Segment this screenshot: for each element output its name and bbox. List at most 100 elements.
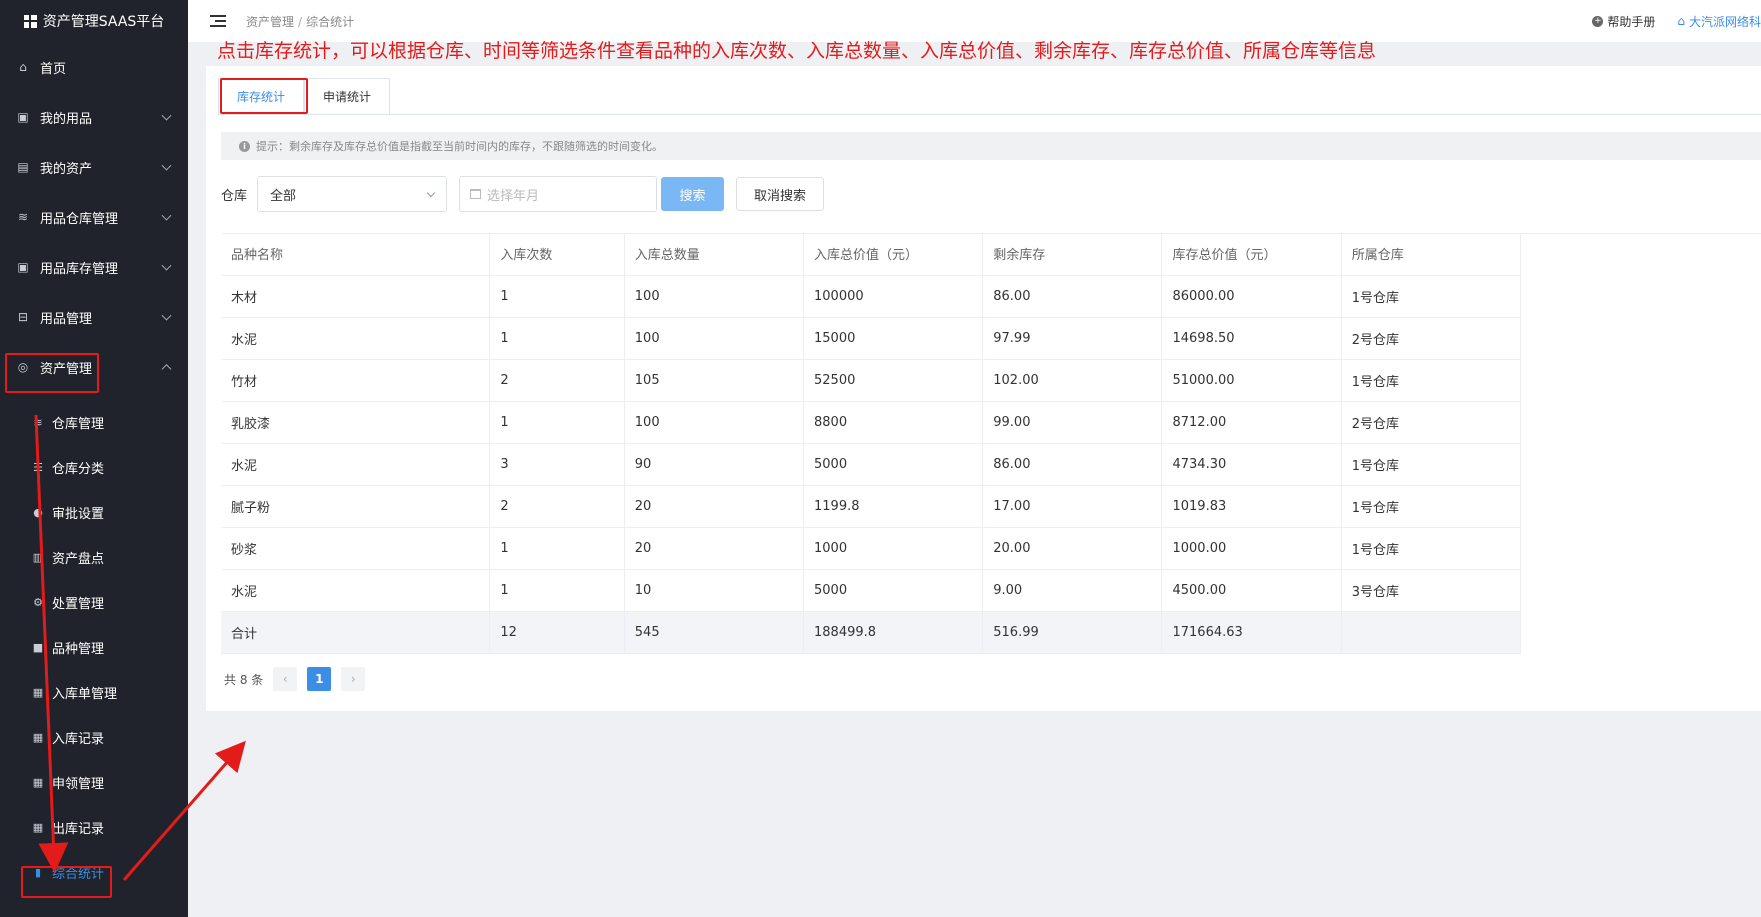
- table-cell: 8712.00: [1161, 401, 1342, 444]
- menu-toggle-icon[interactable]: [210, 15, 226, 27]
- table-cell: 5000: [803, 569, 984, 612]
- table-cell: 8800: [803, 401, 984, 444]
- table-cell: 1000: [803, 527, 984, 570]
- table-cell: 1199.8: [803, 485, 984, 528]
- main-card: 库存统计 申请统计 i 提示：剩余库存及库存总价值是指截至当前时间内的库存，不跟…: [206, 66, 1761, 711]
- help-link[interactable]: + 帮助手册: [1592, 13, 1655, 30]
- sidebar-subitem-asset-check[interactable]: ▥ 资产盘点: [0, 535, 188, 580]
- table-row: 水泥 1 10 5000 9.00 4500.00 3号仓库: [221, 569, 1522, 612]
- table-cell: 1号仓库: [1341, 485, 1522, 528]
- table-cell: 1: [489, 401, 625, 444]
- clipboard-icon: ▦: [32, 821, 44, 834]
- table-cell: 1: [489, 527, 625, 570]
- pagination-total: 共 8 条: [224, 672, 264, 687]
- gear-icon: ⚙: [33, 596, 43, 609]
- table-cell: 86.00: [982, 443, 1163, 486]
- sidebar-item-label: 我的用品: [40, 111, 93, 127]
- table-cell: 水泥: [221, 317, 491, 360]
- sidebar-item-supply-inventory[interactable]: ▣ 用品库存管理: [0, 242, 188, 292]
- company-link[interactable]: ⌂ 大汽派网络科: [1677, 13, 1761, 30]
- month-picker[interactable]: 选择年月: [459, 176, 658, 212]
- table-cell: 4734.30: [1161, 443, 1342, 486]
- database-icon: ≋: [17, 210, 29, 224]
- table-row: 竹材 2 105 52500 102.00 51000.00 1号仓库: [221, 359, 1522, 402]
- table-cell: 竹材: [221, 359, 491, 402]
- sidebar-subitem-variety[interactable]: ■ 品种管理: [0, 625, 188, 670]
- table-cell: 20: [624, 485, 805, 528]
- sidebar-item-my-assets[interactable]: ▤ 我的资产: [0, 142, 188, 192]
- sidebar-item-label: 首页: [40, 61, 67, 77]
- column-header: 所属仓库: [1341, 233, 1522, 276]
- column-header: 入库次数: [489, 233, 625, 276]
- prev-page-button[interactable]: ‹: [273, 667, 298, 691]
- table-cell: 2号仓库: [1341, 317, 1522, 360]
- table-cell: 14698.50: [1161, 317, 1342, 360]
- table-cell: 乳胶漆: [221, 401, 491, 444]
- table-cell: 1000.00: [1161, 527, 1342, 570]
- table-cell: 97.99: [982, 317, 1163, 360]
- chevron-up-icon: [161, 364, 172, 375]
- sidebar-item-supply-warehouse[interactable]: ≋ 用品仓库管理: [0, 192, 188, 242]
- sidebar-subitem-outbound-record[interactable]: ▦ 出库记录: [0, 805, 188, 850]
- table-cell: 合计: [221, 611, 491, 654]
- sidebar-item-home[interactable]: ⌂ 首页: [0, 42, 188, 92]
- table-row: 腻子粉 2 20 1199.8 17.00 1019.83 1号仓库: [221, 485, 1522, 528]
- pagination: 共 8 条 ‹ 1 ›: [224, 667, 366, 691]
- table-row: 水泥 3 90 5000 86.00 4734.30 1号仓库: [221, 443, 1522, 486]
- table-cell: 99.00: [982, 401, 1163, 444]
- tab-application-stats[interactable]: 申请统计: [304, 78, 391, 114]
- search-button[interactable]: 搜索: [661, 177, 725, 211]
- sidebar-item-my-supplies[interactable]: ▣ 我的用品: [0, 92, 188, 142]
- sidebar-subitem-label: 品种管理: [52, 642, 105, 657]
- highlight-asset-management: [5, 353, 99, 393]
- sidebar-subitem-inbound-order[interactable]: ▦ 入库单管理: [0, 670, 188, 715]
- table-cell: 86.00: [982, 275, 1163, 318]
- package-icon: ▣: [17, 110, 29, 124]
- cancel-search-button[interactable]: 取消搜索: [736, 177, 825, 211]
- table-row: 乳胶漆 1 100 8800 99.00 8712.00 2号仓库: [221, 401, 1522, 444]
- breadcrumb-item: 综合统计: [306, 14, 355, 29]
- table-cell: 9.00: [982, 569, 1163, 612]
- breadcrumb-item[interactable]: 资产管理: [246, 15, 294, 29]
- lock-icon: ■: [32, 641, 44, 654]
- table-row: 水泥 1 100 15000 97.99 14698.50 2号仓库: [221, 317, 1522, 360]
- sidebar-item-label: 用品库存管理: [40, 261, 119, 277]
- table-cell: 水泥: [221, 443, 491, 486]
- table-cell: 1: [489, 317, 625, 360]
- next-page-button[interactable]: ›: [341, 667, 366, 691]
- table-cell: 171664.63: [1161, 611, 1342, 654]
- top-right-actions: + 帮助手册 ⌂ 大汽派网络科: [1592, 0, 1761, 42]
- sidebar-item-label: 用品管理: [40, 311, 93, 327]
- column-header: 入库总数量: [624, 233, 805, 276]
- column-header: 库存总价值（元）: [1161, 233, 1342, 276]
- table-cell: 2号仓库: [1341, 401, 1522, 444]
- table-total-row: 合计 12 545 188499.8 516.99 171664.63: [221, 611, 1522, 654]
- sidebar-subitem-disposal[interactable]: ⚙ 处置管理: [0, 580, 188, 625]
- table-cell: 3号仓库: [1341, 569, 1522, 612]
- month-picker-placeholder: 选择年月: [487, 188, 540, 204]
- document-icon: ▥: [32, 551, 44, 564]
- home-icon: ⌂: [1677, 14, 1685, 28]
- sidebar: 资产管理SAAS平台 ⌂ 首页 ▣ 我的用品 ▤ 我的资产 ≋ 用品仓库管理 ▣…: [0, 0, 188, 917]
- table-cell: 516.99: [982, 611, 1163, 654]
- table-cell: 1号仓库: [1341, 275, 1522, 318]
- list-icon: ☰: [33, 461, 43, 474]
- sidebar-subitem-warehouse[interactable]: ≋ 仓库管理: [0, 400, 188, 445]
- table-cell: 4500.00: [1161, 569, 1342, 612]
- table-cell: 105: [624, 359, 805, 402]
- sidebar-item-label: 用品仓库管理: [40, 211, 119, 227]
- warehouse-select[interactable]: 全部: [257, 176, 448, 212]
- table-row: 砂浆 1 20 1000 20.00 1000.00 1号仓库: [221, 527, 1522, 570]
- table-cell: 100: [624, 275, 805, 318]
- table-cell: 545: [624, 611, 805, 654]
- sidebar-subitem-label: 仓库管理: [52, 417, 105, 432]
- sidebar-subitem-warehouse-category[interactable]: ☰ 仓库分类: [0, 445, 188, 490]
- table-cell: 10: [624, 569, 805, 612]
- page-button[interactable]: 1: [307, 667, 332, 691]
- sidebar-subitem-claim[interactable]: ▦ 申领管理: [0, 760, 188, 805]
- sidebar-item-supply-management[interactable]: ⊟ 用品管理: [0, 292, 188, 342]
- app-logo[interactable]: 资产管理SAAS平台: [0, 0, 188, 42]
- sidebar-subitem-inbound-record[interactable]: ▦ 入库记录: [0, 715, 188, 760]
- column-header: 剩余库存: [982, 233, 1163, 276]
- sidebar-subitem-approval[interactable]: ● 审批设置: [0, 490, 188, 535]
